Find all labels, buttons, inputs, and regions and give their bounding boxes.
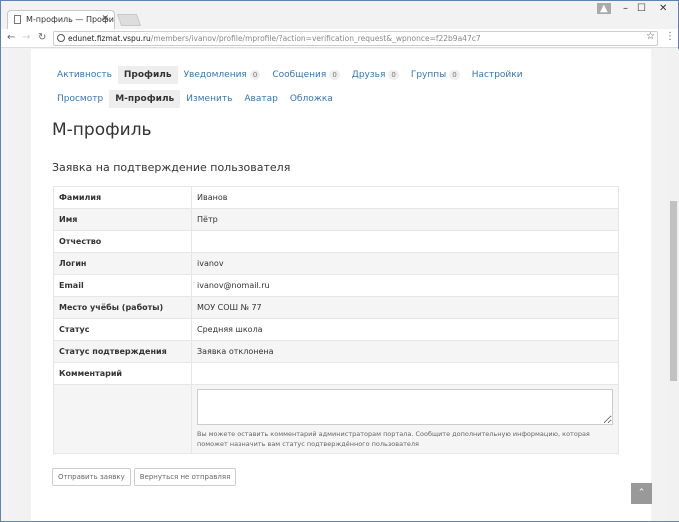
url-host: edunet.fizmat.vspu.ru xyxy=(68,34,151,43)
comment-textarea[interactable] xyxy=(197,389,613,425)
table-row: Статус Средняя школа xyxy=(53,318,619,341)
field-value: Иванов xyxy=(191,186,619,209)
field-label: Email xyxy=(53,274,192,297)
section-title: Заявка на подтверждение пользователя xyxy=(52,161,291,174)
nav-label: Друзья xyxy=(351,70,386,80)
field-value: ivanov@nomail.ru xyxy=(191,274,619,297)
field-label: Комментарий xyxy=(53,362,192,385)
table-row: Отчество xyxy=(53,230,619,253)
field-value: Заявка отклонена xyxy=(191,340,619,363)
field-value xyxy=(191,230,619,253)
field-label: Статус подтверждения xyxy=(53,340,192,363)
field-value: ivanov xyxy=(191,252,619,275)
sub-nav-item[interactable]: М-профиль xyxy=(109,90,181,108)
url-path: /members/ivanov/profile/mprofile/?action… xyxy=(150,34,481,43)
table-row: Место учёбы (работы) МОУ СОШ № 77 xyxy=(53,296,619,319)
count-badge: 0 xyxy=(388,70,399,80)
main-nav-item[interactable]: Настройки xyxy=(466,66,529,84)
field-label: Место учёбы (работы) xyxy=(53,296,192,319)
page-icon xyxy=(14,15,21,24)
nav-label: Сообщения xyxy=(272,70,327,80)
sub-nav-item[interactable]: Изменить xyxy=(180,90,238,108)
main-nav: Активность Профиль Уведомления 0 Сообщения 0 Д… xyxy=(51,66,529,84)
main-nav-item[interactable]: Уведомления 0 xyxy=(178,66,267,84)
page-content: Активность Профиль Уведомления 0 Сообщения 0 Д… xyxy=(31,49,652,521)
field-label: Логин xyxy=(53,252,192,275)
table-row: Фамилия Иванов xyxy=(53,186,619,209)
forward-icon[interactable]: → xyxy=(22,32,30,43)
scrollbar[interactable] xyxy=(668,49,679,521)
nav-label: Уведомления xyxy=(183,70,247,80)
field-label: Статус xyxy=(53,318,192,341)
comment-row: Вы можете оставить комментарий администр… xyxy=(53,384,619,454)
count-badge: 0 xyxy=(449,70,460,80)
close-window-button[interactable]: ✕ xyxy=(659,3,667,14)
field-label: Фамилия xyxy=(53,186,192,209)
main-nav-item[interactable]: Группы 0 xyxy=(405,66,466,84)
tab-strip: М-профиль — Профи ✕ ▲ – ☐ ✕ xyxy=(1,1,678,29)
table-row: Логин ivanov xyxy=(53,252,619,275)
nav-label: Группы xyxy=(410,70,447,80)
count-badge: 0 xyxy=(249,70,261,80)
menu-icon[interactable]: ⋮ xyxy=(665,31,675,42)
main-nav-item[interactable]: Активность xyxy=(51,66,118,84)
main-nav-item[interactable]: Профиль xyxy=(117,66,178,84)
scrollbar-thumb[interactable] xyxy=(670,201,677,381)
page-title: М-профиль xyxy=(52,120,152,140)
nav-label: Профиль xyxy=(123,70,172,80)
field-label: Отчество xyxy=(53,230,192,253)
table-row: Комментарий xyxy=(53,362,619,385)
scroll-to-top-button[interactable]: ⌃ xyxy=(631,483,652,504)
minimize-button[interactable]: – xyxy=(623,3,628,14)
browser-tab[interactable]: М-профиль — Профи ✕ xyxy=(7,10,115,29)
browser-window: М-профиль — Профи ✕ ▲ – ☐ ✕ ← → ↻ edunet.… xyxy=(0,0,679,522)
count-badge: 0 xyxy=(329,70,340,80)
sub-nav: Просмотр М-профиль Изменить Аватар Обложка xyxy=(51,90,339,108)
field-label: Имя xyxy=(53,208,192,231)
back-icon[interactable]: ← xyxy=(7,32,15,43)
main-nav-item[interactable]: Друзья 0 xyxy=(346,66,405,84)
back-without-sending-button[interactable]: Вернуться не отправляя xyxy=(133,468,237,486)
sub-nav-item[interactable]: Просмотр xyxy=(51,90,109,108)
address-bar-row: ← → ↻ edunet.fizmat.vspu.ru/members/ivan… xyxy=(1,29,678,48)
bookmark-star-icon[interactable]: ☆ xyxy=(646,31,655,42)
comment-hint: Вы можете оставить комментарий администр… xyxy=(197,430,590,448)
field-value: МОУ СОШ № 77 xyxy=(191,296,619,319)
field-value: Пётр xyxy=(191,208,619,231)
main-nav-item[interactable]: Сообщения 0 xyxy=(266,66,345,84)
new-tab-button[interactable] xyxy=(116,14,142,26)
field-value xyxy=(191,362,619,385)
sub-nav-item[interactable]: Аватар xyxy=(238,90,283,108)
close-tab-icon[interactable]: ✕ xyxy=(101,14,109,24)
nav-label: Настройки xyxy=(471,70,523,80)
table-row: Статус подтверждения Заявка отклонена xyxy=(53,340,619,363)
sub-nav-item[interactable]: Обложка xyxy=(284,90,339,108)
field-value: Средняя школа xyxy=(191,318,619,341)
reload-icon[interactable]: ↻ xyxy=(38,32,46,43)
submit-request-button[interactable]: Отправить заявку xyxy=(52,468,131,486)
profile-icon[interactable]: ▲ xyxy=(597,3,611,14)
table-row: Email ivanov@nomail.ru xyxy=(53,274,619,297)
info-icon xyxy=(57,34,65,42)
table-row: Имя Пётр xyxy=(53,208,619,231)
verification-table: Фамилия Иванов Имя Пётр Отчество Логин ivanov E… xyxy=(53,186,619,454)
maximize-button[interactable]: ☐ xyxy=(637,3,646,14)
nav-label: Активность xyxy=(57,70,112,80)
url-input[interactable]: edunet.fizmat.vspu.ru/members/ivanov/pro… xyxy=(53,31,658,46)
